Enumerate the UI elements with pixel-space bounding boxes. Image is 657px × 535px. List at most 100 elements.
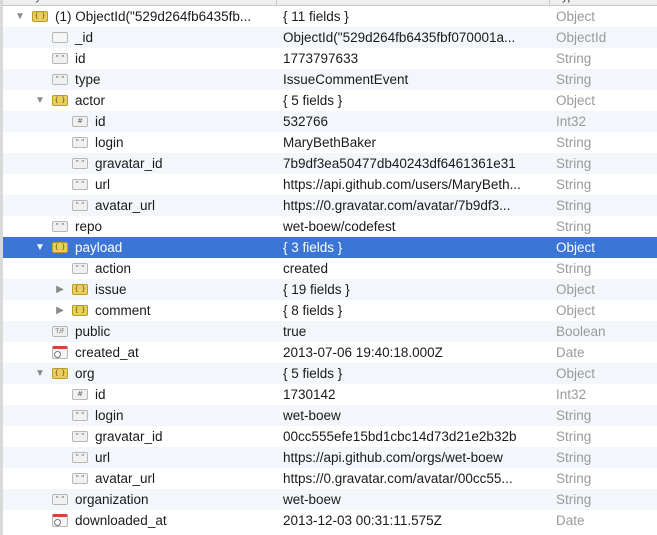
value-cell: true [283,324,307,339]
tree-row[interactable]: " " id 1773797633 String [0,48,657,69]
object-icon: { } [52,368,68,379]
expand-triangle-open-icon[interactable]: ▼ [34,363,46,384]
tree-row[interactable]: ▼ { } payload { 3 fields } Object [0,237,657,258]
tree-row[interactable]: created_at 2013-07-06 19:40:18.000Z Date [0,342,657,363]
value-cell: { 11 fields } [283,9,349,24]
tree-row[interactable]: _id ObjectId("529d264fb6435fbf070001a... O… [0,27,657,48]
tree-row[interactable]: " " repo wet-boew/codefest String [0,216,657,237]
key-label: (1) ObjectId("529d264fb6435fb... [55,9,252,24]
column-header-key[interactable]: Key [22,0,41,3]
column-divider[interactable] [276,0,277,5]
value-cell: 532766 [283,114,329,129]
tree-row[interactable]: # id 532766 Int32 [0,111,657,132]
key-cell: ▼ { } org [34,363,94,384]
key-cell: # id [54,384,106,405]
tree-row[interactable]: " " url https://api.github.com/orgs/wet-bo… [0,447,657,468]
tree-row[interactable]: ▶ { } comment { 8 fields } Object [0,300,657,321]
string-icon: " " [72,137,88,148]
type-cell: Date [556,513,585,528]
key-cell: " " repo [34,216,102,237]
tree-row[interactable]: " " organization wet-boew String [0,489,657,510]
tree-row[interactable]: downloaded_at 2013-12-03 00:31:11.575Z Dat… [0,510,657,531]
key-label: created_at [75,345,139,360]
value-cell: { 5 fields } [283,93,343,108]
key-cell: " " type [34,69,101,90]
type-cell: String [556,156,592,171]
column-header-type[interactable]: Type [556,0,580,3]
type-cell: String [556,51,592,66]
tree-row[interactable]: ▼ { } actor { 5 fields } Object [0,90,657,111]
type-cell: Object [556,366,596,381]
key-label: avatar_url [95,471,156,486]
tree-row[interactable]: " " gravatar_id 00cc555efe15bd1cbc14d73d21… [0,426,657,447]
column-divider[interactable] [549,0,550,5]
key-label: actor [75,93,106,108]
objectid-icon [52,32,68,43]
value-cell: 2013-07-06 19:40:18.000Z [283,345,443,360]
value-cell: ObjectId("529d264fb6435fbf070001a... [283,30,516,45]
tree-row[interactable]: " " login wet-boew String [0,405,657,426]
tree-row[interactable]: " " avatar_url https://0.gravatar.com/avat… [0,468,657,489]
key-cell: " " login [54,132,124,153]
expand-triangle-open-icon[interactable]: ▼ [34,237,46,258]
key-cell: ▼ { } (1) ObjectId("529d264fb6435fb... [14,6,251,27]
object-icon: { } [52,95,68,106]
string-icon: " " [52,221,68,232]
tree-row[interactable]: ▼ { } (1) ObjectId("529d264fb6435fb... { 11… [0,6,657,27]
tree-row[interactable]: " " gravatar_id 7b9df3ea50477db40243df6461… [0,153,657,174]
string-icon: " " [72,410,88,421]
string-icon: " " [52,74,68,85]
string-icon: " " [52,494,68,505]
key-label: url [95,450,111,465]
tree-row[interactable]: " " url https://api.github.com/users/MaryB… [0,174,657,195]
key-label: login [95,135,124,150]
value-cell: IssueCommentEvent [283,72,409,87]
key-label: payload [75,240,123,255]
key-cell: " " gravatar_id [54,426,163,447]
key-cell: T/F public [34,321,110,342]
key-label: avatar_url [95,198,156,213]
key-label: public [75,324,111,339]
type-cell: String [556,135,592,150]
key-label: issue [95,282,127,297]
type-cell: Int32 [556,387,587,402]
string-icon: " " [72,473,88,484]
key-cell: " " id [34,48,86,69]
string-icon: " " [72,452,88,463]
expand-triangle-open-icon[interactable]: ▼ [34,90,46,111]
tree-row[interactable]: " " type IssueCommentEvent String [0,69,657,90]
value-cell: wet-boew [283,492,341,507]
type-cell: String [556,429,592,444]
number-icon: # [72,389,88,400]
object-icon: { } [52,242,68,253]
type-cell: Object [556,240,596,255]
type-cell: String [556,177,592,192]
expand-triangle-closed-icon[interactable]: ▶ [54,300,66,321]
object-icon: { } [32,11,48,22]
key-cell: ▶ { } issue [54,279,127,300]
tree-row[interactable]: " " action created String [0,258,657,279]
type-cell: String [556,72,592,87]
tree-row[interactable]: ▼ { } org { 5 fields } Object [0,363,657,384]
type-cell: String [556,450,592,465]
key-cell: " " organization [34,489,149,510]
type-cell: ObjectId [556,30,607,45]
tree-row[interactable]: T/F public true Boolean [0,321,657,342]
expand-triangle-open-icon[interactable]: ▼ [14,6,26,27]
tree-row[interactable]: " " login MaryBethBaker String [0,132,657,153]
column-header-value[interactable]: Value [283,0,310,3]
key-label: comment [95,303,151,318]
value-cell: wet-boew [283,408,341,423]
value-cell: 00cc555efe15bd1cbc14d73d21e2b32b [283,429,517,444]
key-label: gravatar_id [95,429,163,444]
tree-row[interactable]: ▶ { } issue { 19 fields } Object [0,279,657,300]
tree-row[interactable]: " " avatar_url https://0.gravatar.com/avat… [0,195,657,216]
value-cell: https://api.github.com/users/MaryBeth... [283,177,521,192]
type-cell: Object [556,303,596,318]
key-cell: " " url [54,174,110,195]
expand-triangle-closed-icon[interactable]: ▶ [54,279,66,300]
calendar-icon [52,346,68,359]
type-cell: String [556,471,592,486]
tree-row[interactable]: # id 1730142 Int32 [0,384,657,405]
key-cell: _id [34,27,93,48]
